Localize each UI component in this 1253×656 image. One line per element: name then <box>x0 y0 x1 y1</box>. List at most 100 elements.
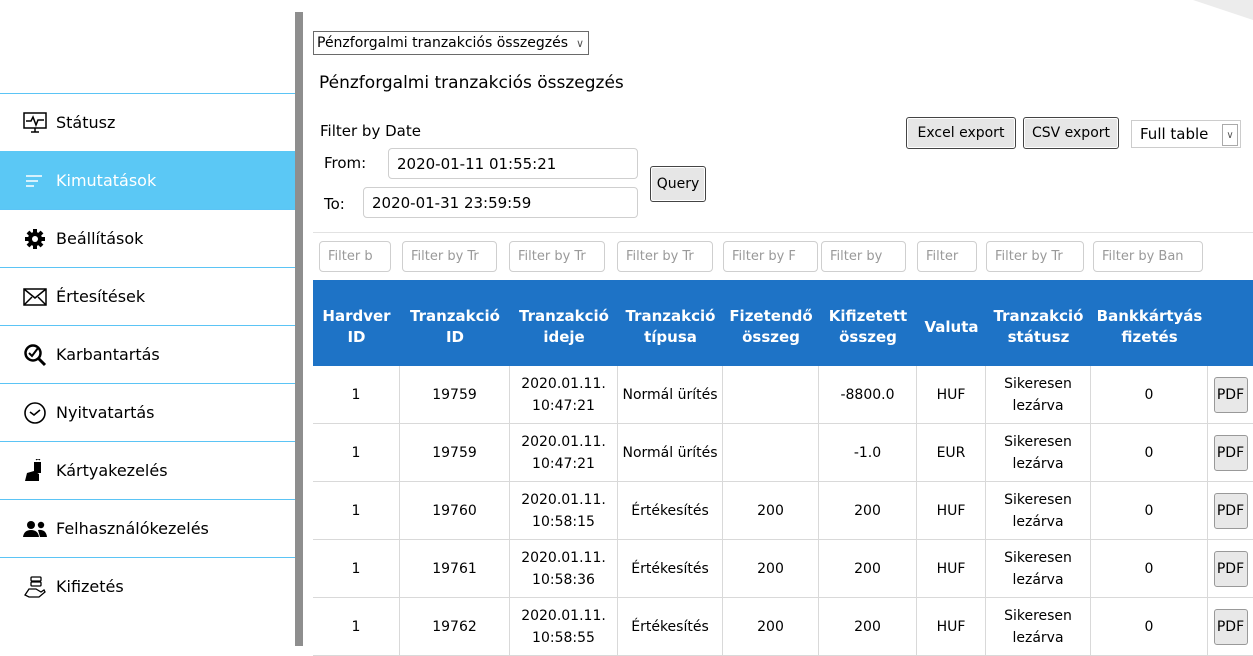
table-cell: 1 <box>313 424 400 481</box>
sidebar-item-felhasznalokezeles[interactable]: Felhasználókezelés <box>0 499 295 557</box>
column-header: Bankkártyás fizetés <box>1096 307 1203 346</box>
from-date-input[interactable]: 2020-01-11 01:55:21 <box>388 148 638 179</box>
sidebar-item-statusz[interactable]: Státusz <box>0 93 295 151</box>
column-header: Kifizetett összeg <box>828 307 908 346</box>
sidebar-item-nyitvatartas[interactable]: Nyitvatartás <box>0 383 295 441</box>
sidebar-item-label: Felhasználókezelés <box>56 519 209 538</box>
page-title: Pénzforgalmi tranzakciós összegzés <box>319 73 624 93</box>
column-header: Fizetendő összeg <box>729 307 813 346</box>
column-filter-input[interactable]: Filter <box>917 241 977 272</box>
to-date-input[interactable]: 2020-01-31 23:59:59 <box>363 187 638 218</box>
magnifier-check-icon <box>22 342 48 368</box>
table-cell: 200 <box>819 482 917 539</box>
table-cell: HUF <box>917 598 986 655</box>
table-cell: 2020.01.11. 10:47:21 <box>510 424 618 481</box>
table-cell: 19759 <box>400 366 510 423</box>
table-view-select[interactable]: Full table ∨ <box>1131 120 1241 148</box>
sidebar-item-label: Értesítések <box>56 287 146 306</box>
to-date-value: 2020-01-31 23:59:59 <box>372 193 532 212</box>
pdf-button[interactable]: PDF <box>1213 434 1248 471</box>
table-cell: 1 <box>313 598 400 655</box>
column-filter-input[interactable]: Filter by Tr <box>402 241 497 272</box>
table-row: 1 19761 2020.01.11. 10:58:36 Értékesítés 200… <box>313 540 1253 598</box>
column-filter-input[interactable]: Filter by Ban <box>1093 241 1203 272</box>
pdf-button[interactable]: PDF <box>1213 492 1248 529</box>
sidebar-item-karbantartas[interactable]: Karbantartás <box>0 325 295 383</box>
table-cell: Normál ürítés <box>618 424 723 481</box>
table-cell: 1 <box>313 540 400 597</box>
table-cell: 1 <box>313 482 400 539</box>
table-cell: Értékesítés <box>618 598 723 655</box>
column-filter-input[interactable]: Filter by <box>821 241 906 272</box>
filter-by-date-label: Filter by Date <box>320 122 421 140</box>
main-content: Pénzforgalmi tranzakciós összegzés ∨ Pén… <box>303 0 1253 656</box>
to-label: To: <box>324 195 345 213</box>
sidebar-item-kimutatasok[interactable]: Kimutatások <box>0 151 295 209</box>
hand-coins-icon <box>22 574 48 600</box>
table-cell: Értékesítés <box>618 540 723 597</box>
column-filter-input[interactable]: Filter by Tr <box>509 241 605 272</box>
csv-export-button[interactable]: CSV export <box>1023 117 1119 149</box>
table-cell <box>723 366 819 423</box>
sidebar-item-label: Beállítások <box>56 229 144 248</box>
table-cell: 2020.01.11. 10:47:21 <box>510 366 618 423</box>
column-header: Tranzakció ideje <box>519 307 609 346</box>
column-filter-row: Filter b Filter by Tr Filter by Tr Filter b… <box>313 232 1253 277</box>
sidebar-divider[interactable] <box>295 12 303 646</box>
sidebar-item-label: Státusz <box>56 113 116 132</box>
table-cell: Sikeresen lezárva <box>986 482 1091 539</box>
report-type-select-value: Pénzforgalmi tranzakciós összegzés <box>317 35 569 51</box>
report-type-select[interactable]: Pénzforgalmi tranzakciós összegzés ∨ <box>313 31 590 55</box>
sidebar-item-beallitasok[interactable]: Beállítások <box>0 209 295 267</box>
table-cell: Sikeresen lezárva <box>986 540 1091 597</box>
column-header: Hardver ID <box>322 307 391 346</box>
excel-export-button[interactable]: Excel export <box>906 117 1016 149</box>
column-filter-input[interactable]: Filter by Tr <box>986 241 1084 272</box>
pdf-button[interactable]: PDF <box>1213 376 1248 413</box>
table-cell: 0 <box>1091 424 1208 481</box>
table-cell: 200 <box>723 598 819 655</box>
table-cell: Sikeresen lezárva <box>986 424 1091 481</box>
pdf-cell: PDF <box>1208 598 1253 655</box>
column-filter-input[interactable]: Filter by Tr <box>617 241 713 272</box>
sidebar-item-label: Kimutatások <box>56 171 157 190</box>
table-cell: Sikeresen lezárva <box>986 598 1091 655</box>
table-cell <box>723 424 819 481</box>
monitor-pulse-icon <box>22 110 48 136</box>
sidebar-item-label: Karbantartás <box>56 345 160 364</box>
table-cell: 200 <box>723 482 819 539</box>
table-cell: HUF <box>917 482 986 539</box>
gear-icon <box>22 226 48 252</box>
hand-card-icon <box>22 458 48 484</box>
column-header <box>1208 280 1253 366</box>
table-cell: 19762 <box>400 598 510 655</box>
pdf-button[interactable]: PDF <box>1213 550 1248 587</box>
table-cell: 19759 <box>400 424 510 481</box>
list-lines-icon <box>22 168 48 194</box>
sidebar-item-label: Nyitvatartás <box>56 403 155 422</box>
table-cell: Sikeresen lezárva <box>986 366 1091 423</box>
table-cell: 2020.01.11. 10:58:36 <box>510 540 618 597</box>
table-cell: 19761 <box>400 540 510 597</box>
column-header: Tranzakció ID <box>410 307 500 346</box>
query-button[interactable]: Query <box>650 166 706 202</box>
table-row: 1 19759 2020.01.11. 10:47:21 Normál ürítés -… <box>313 366 1253 424</box>
column-filter-input[interactable]: Filter by F <box>723 241 818 272</box>
from-label: From: <box>324 154 367 172</box>
sidebar-item-kifizetes[interactable]: Kifizetés <box>0 557 295 615</box>
column-header: Tranzakció státusz <box>993 307 1084 346</box>
table-cell: 1 <box>313 366 400 423</box>
table-cell: EUR <box>917 424 986 481</box>
sidebar-item-ertesitesek[interactable]: Értesítések <box>0 267 295 325</box>
table-cell: 200 <box>723 540 819 597</box>
users-icon <box>22 516 48 542</box>
envelope-icon <box>22 284 48 310</box>
column-filter-input[interactable]: Filter b <box>319 241 391 272</box>
clock-icon <box>22 400 48 426</box>
pdf-button[interactable]: PDF <box>1213 608 1248 645</box>
table-row: 1 19759 2020.01.11. 10:47:21 Normál ürítés -… <box>313 424 1253 482</box>
sidebar-item-kartyakezeles[interactable]: Kártyakezelés <box>0 441 295 499</box>
chevron-down-icon: ∨ <box>1222 124 1238 146</box>
table-cell: 2020.01.11. 10:58:55 <box>510 598 618 655</box>
pdf-cell: PDF <box>1208 482 1253 539</box>
